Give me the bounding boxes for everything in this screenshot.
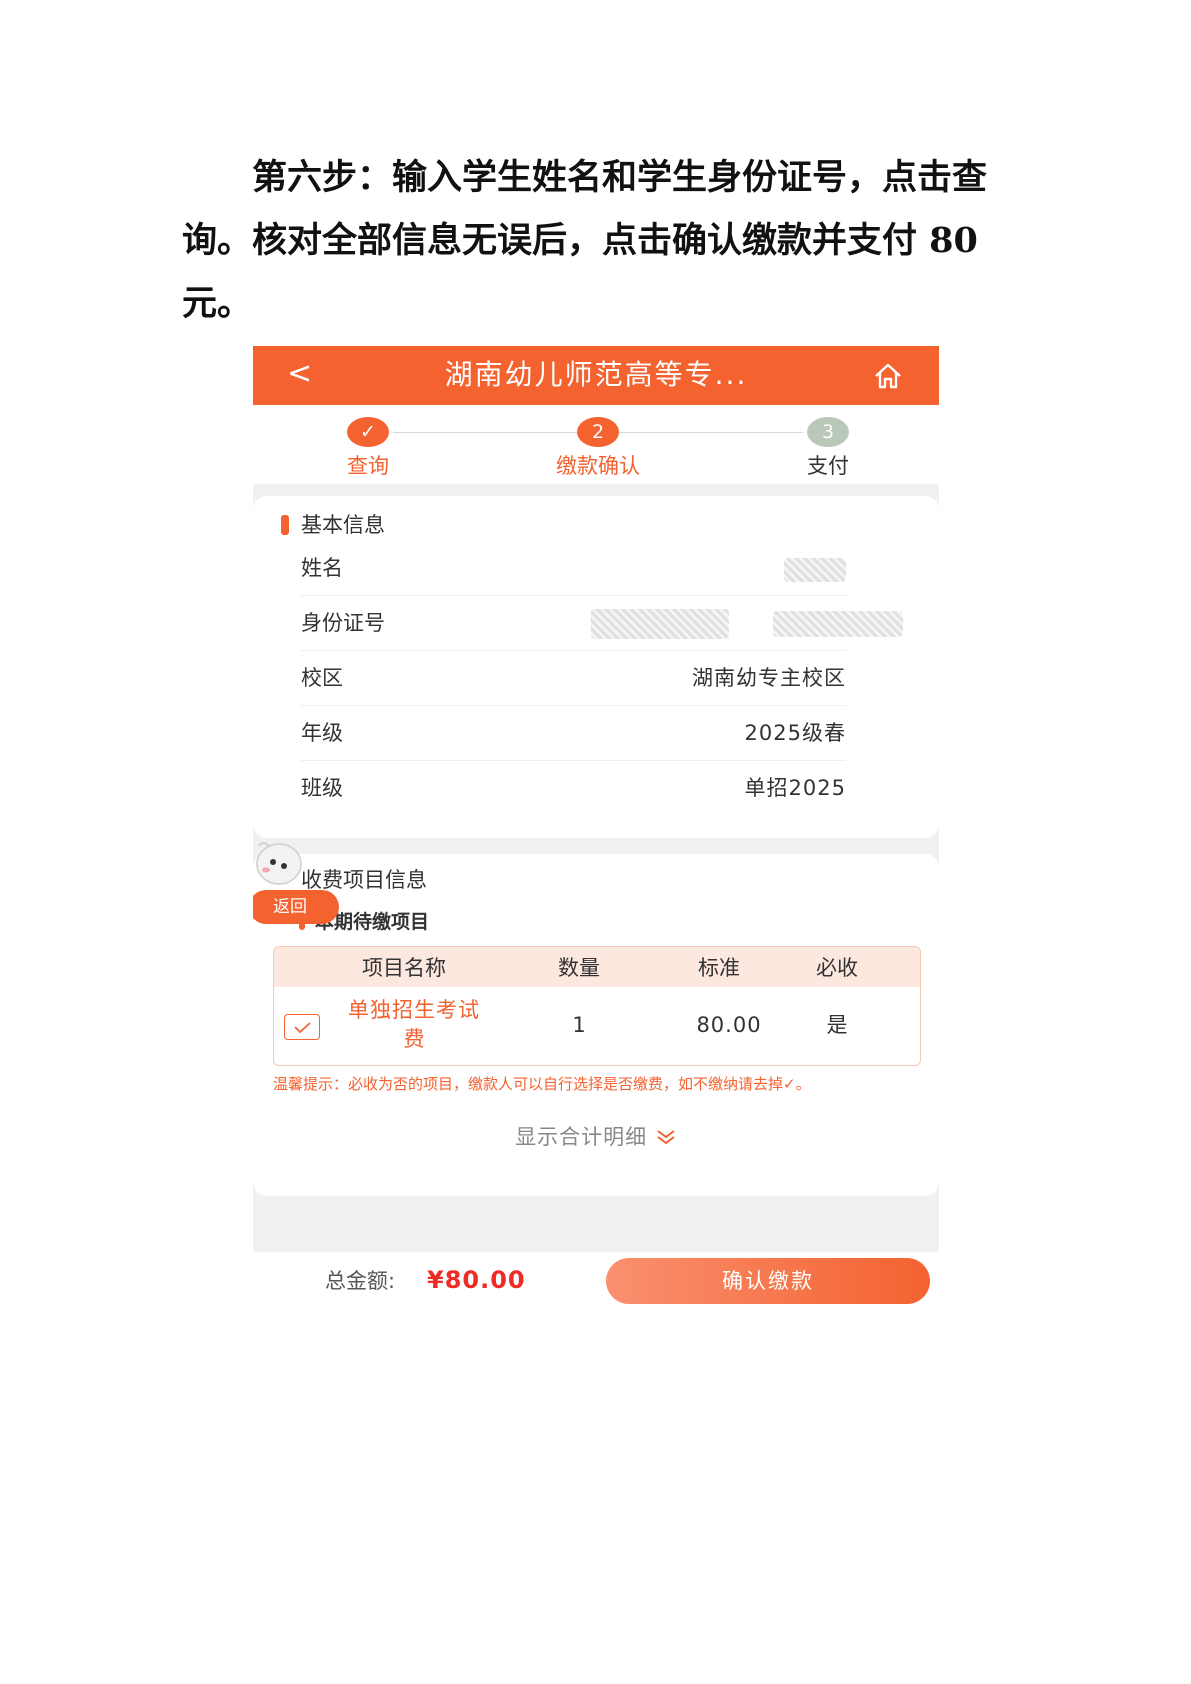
item-standard: 80.00 bbox=[696, 1013, 762, 1037]
info-row-id: 身份证号 bbox=[301, 595, 903, 651]
item-checkbox[interactable] bbox=[284, 1014, 320, 1040]
instruction-heading: 第六步：输入学生姓名和学生身份证号，点击查询。核对全部信息无误后，点击确认缴款并… bbox=[182, 157, 988, 324]
info-key: 姓名 bbox=[301, 556, 343, 580]
section-marker bbox=[281, 515, 289, 535]
info-value: 2025级春 bbox=[744, 721, 846, 745]
info-row-campus: 校区 湖南幼专主校区 bbox=[301, 650, 846, 706]
app-header: < 湖南幼儿师范高等专... bbox=[253, 346, 939, 405]
info-row-name: 姓名 bbox=[301, 540, 846, 596]
chevron-double-down-icon bbox=[657, 1130, 675, 1145]
confirm-payment-button[interactable]: 确认缴款 bbox=[606, 1258, 930, 1304]
payment-screenshot: < 湖南幼儿师范高等专... ✓ 查询 2 缴款确认 3 支付 基本信息 姓名 … bbox=[253, 346, 939, 1304]
basic-info-title: 基本信息 bbox=[301, 513, 385, 537]
basic-info-card: 基本信息 姓名 身份证号 校区 湖南幼专主校区 年级 2025级春 班级 单招2… bbox=[253, 496, 939, 838]
step-2-marker: 2 bbox=[577, 417, 619, 447]
redacted-value bbox=[591, 609, 729, 639]
item-quantity: 1 bbox=[572, 1013, 586, 1037]
info-key: 班级 bbox=[301, 776, 343, 800]
redacted-value bbox=[773, 611, 903, 637]
bottom-bar: 总金额: ¥80.00 确认缴款 bbox=[253, 1252, 939, 1304]
total-label: 总金额: bbox=[325, 1269, 396, 1293]
home-icon[interactable] bbox=[873, 362, 903, 390]
step-3-label: 支付 bbox=[807, 454, 849, 478]
fee-info-card: 收费项目信息 本期待缴项目 项目名称 数量 标准 必收 单独招生考试 费 1 8… bbox=[253, 854, 939, 1196]
warm-tip: 温馨提示：必收为否的项目，缴款人可以自行选择是否缴费，如不缴纳请去掉✓。 bbox=[273, 1075, 811, 1093]
column-header: 数量 bbox=[558, 956, 600, 980]
fee-table: 项目名称 数量 标准 必收 单独招生考试 费 1 80.00 是 bbox=[273, 946, 921, 1066]
item-name-line1: 单独招生考试 bbox=[348, 998, 480, 1022]
column-header: 项目名称 bbox=[362, 956, 446, 980]
redacted-value bbox=[784, 558, 846, 582]
info-key: 年级 bbox=[301, 721, 343, 745]
info-row-grade: 年级 2025级春 bbox=[301, 705, 846, 761]
info-value: 单招2025 bbox=[744, 776, 846, 800]
item-required: 是 bbox=[826, 1013, 848, 1037]
app-title: 湖南幼儿师范高等专... bbox=[444, 358, 748, 391]
info-key: 身份证号 bbox=[301, 611, 385, 635]
detail-label: 显示合计明细 bbox=[515, 1125, 648, 1149]
floating-back-button[interactable]: 返回 bbox=[253, 890, 339, 924]
info-key: 校区 bbox=[301, 666, 343, 690]
column-header: 标准 bbox=[698, 956, 740, 980]
step-3-marker: 3 bbox=[807, 417, 849, 447]
info-value: 湖南幼专主校区 bbox=[692, 666, 846, 690]
item-name-line2: 费 bbox=[403, 1027, 425, 1051]
mascot-icon bbox=[256, 842, 302, 885]
total-amount: ¥80.00 bbox=[427, 1266, 526, 1294]
info-row-class: 班级 单招2025 bbox=[301, 760, 846, 815]
column-header: 必收 bbox=[816, 956, 858, 980]
check-icon bbox=[294, 1022, 311, 1034]
back-chevron-icon[interactable]: < bbox=[287, 356, 312, 392]
table-header: 项目名称 数量 标准 必收 bbox=[274, 947, 920, 987]
step-indicator: ✓ 查询 2 缴款确认 3 支付 bbox=[253, 405, 939, 484]
show-total-detail-toggle[interactable]: 显示合计明细 bbox=[253, 1124, 939, 1150]
step-1-label: 查询 bbox=[347, 454, 389, 478]
step-1-marker: ✓ bbox=[347, 417, 389, 447]
step-2-label: 缴款确认 bbox=[556, 454, 640, 478]
